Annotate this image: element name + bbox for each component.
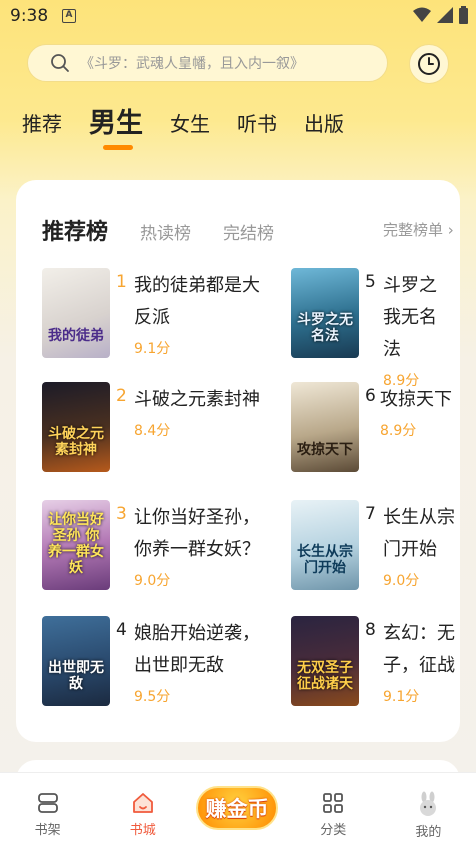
tab-publish[interactable]: 出版: [304, 108, 344, 140]
book-cover: 让你当好圣孙 你养一群女妖: [42, 500, 110, 590]
rabbit-avatar-icon: [420, 791, 437, 816]
nav-bookstore[interactable]: 书城: [95, 773, 190, 846]
search-placeholder: 《斗罗：武魂人皇幡，且入内一叙》: [80, 56, 304, 72]
book-score: 8.4分: [134, 423, 171, 439]
home-icon: [132, 793, 153, 813]
book-cover: 斗罗之无名法: [291, 268, 359, 358]
channel-tabs: 推荐 男生 女生 听书 出版: [22, 108, 371, 150]
book-score: 9.1分: [134, 341, 171, 357]
rank-number: 7: [365, 504, 376, 524]
search-input[interactable]: 《斗罗：武魂人皇幡，且入内一叙》: [27, 44, 388, 82]
book-score: 9.1分: [383, 689, 420, 705]
status-bar: 9:38 A: [0, 0, 476, 34]
history-button[interactable]: [409, 44, 449, 84]
nav-bookshelf[interactable]: 书架: [0, 773, 95, 846]
rank-tab-finished[interactable]: 完结榜: [223, 219, 274, 244]
book-cover: 我的徒弟: [42, 268, 110, 358]
book-title: 斗罗之我无名法: [383, 275, 437, 360]
rank-tab-hot[interactable]: 热读榜: [140, 219, 191, 244]
earn-coins-button[interactable]: 赚金币: [196, 786, 278, 830]
wifi-icon: [413, 7, 431, 22]
book-title: 斗破之元素封神: [134, 389, 260, 410]
rank-number: 6: [365, 386, 376, 406]
signal-icon: [437, 7, 453, 23]
rank-number: 2: [116, 386, 127, 406]
nav-category[interactable]: 分类: [286, 773, 381, 846]
status-icons: [413, 6, 468, 24]
bookshelf-icon: [37, 793, 58, 813]
tab-female[interactable]: 女生: [170, 108, 210, 140]
book-cover: 斗破之元素封神: [42, 382, 110, 472]
nav-profile[interactable]: 我的: [381, 773, 476, 846]
rank-tab-recommend[interactable]: 推荐榜: [42, 214, 108, 246]
rank-tabs: 推荐榜 热读榜 完结榜 完整榜单 ›: [42, 214, 460, 246]
search-icon: [51, 54, 69, 72]
status-time: 9:38: [10, 6, 49, 26]
grid-icon: [323, 793, 344, 813]
book-item[interactable]: 让你当好圣孙 你养一群女妖 3 让你当好圣孙，你养一群女妖？ 9.0分: [42, 500, 274, 590]
tab-male[interactable]: 男生: [89, 108, 143, 150]
battery-icon: [459, 6, 468, 24]
rank-number: 4: [116, 620, 127, 640]
tab-recommend[interactable]: 推荐: [22, 108, 62, 140]
book-score: 9.5分: [134, 689, 171, 705]
tab-audiobook[interactable]: 听书: [237, 108, 277, 140]
book-title: 娘胎开始逆袭，出世即无敌: [134, 623, 260, 676]
rank-number: 8: [365, 620, 376, 640]
nav-label: 书城: [129, 823, 156, 838]
book-title: 玄幻：无子，征战: [383, 623, 455, 676]
book-title: 长生从宗门开始: [383, 507, 455, 560]
book-item[interactable]: 斗破之元素封神 2 斗破之元素封神 8.4分: [42, 382, 274, 472]
book-item[interactable]: 出世即无敌 4 娘胎开始逆袭，出世即无敌 9.5分: [42, 616, 274, 706]
book-item[interactable]: 斗罗之无名法 5 斗罗之我无名法 8.9分: [291, 268, 460, 390]
book-title: 攻掠天下: [380, 389, 452, 410]
rank-number: 1: [116, 272, 127, 292]
rank-number: 5: [365, 272, 376, 292]
book-cover: 长生从宗门开始: [291, 500, 359, 590]
book-title: 我的徒弟都是大反派: [134, 275, 260, 328]
nav-label: 书架: [34, 823, 61, 838]
book-cover: 攻掠天下: [291, 382, 359, 472]
book-item[interactable]: 无双圣子征战诸天 8 玄幻：无子，征战 9.1分: [291, 616, 460, 706]
nav-label: 我的: [415, 825, 442, 840]
book-item[interactable]: 攻掠天下 6 攻掠天下 8.9分: [291, 382, 460, 472]
full-rank-link[interactable]: 完整榜单 ›: [383, 219, 454, 240]
book-item[interactable]: 长生从宗门开始 7 长生从宗门开始 9.0分: [291, 500, 460, 590]
book-cover: 出世即无敌: [42, 616, 110, 706]
book-cover: 无双圣子征战诸天: [291, 616, 359, 706]
book-score: 8.9分: [380, 423, 417, 439]
nav-label: 分类: [320, 823, 347, 838]
book-title: 让你当好圣孙，你养一群女妖？: [134, 507, 260, 560]
book-item[interactable]: 我的徒弟 1 我的徒弟都是大反派 9.1分: [42, 268, 274, 358]
book-score: 9.0分: [383, 573, 420, 589]
book-score: 9.0分: [134, 573, 171, 589]
notification-icon: A: [62, 9, 76, 23]
ranking-card: 推荐榜 热读榜 完结榜 完整榜单 › 我的徒弟 1 我的徒弟都是大反派 9.1分…: [16, 180, 460, 742]
clock-icon: [418, 53, 440, 75]
rank-number: 3: [116, 504, 127, 524]
